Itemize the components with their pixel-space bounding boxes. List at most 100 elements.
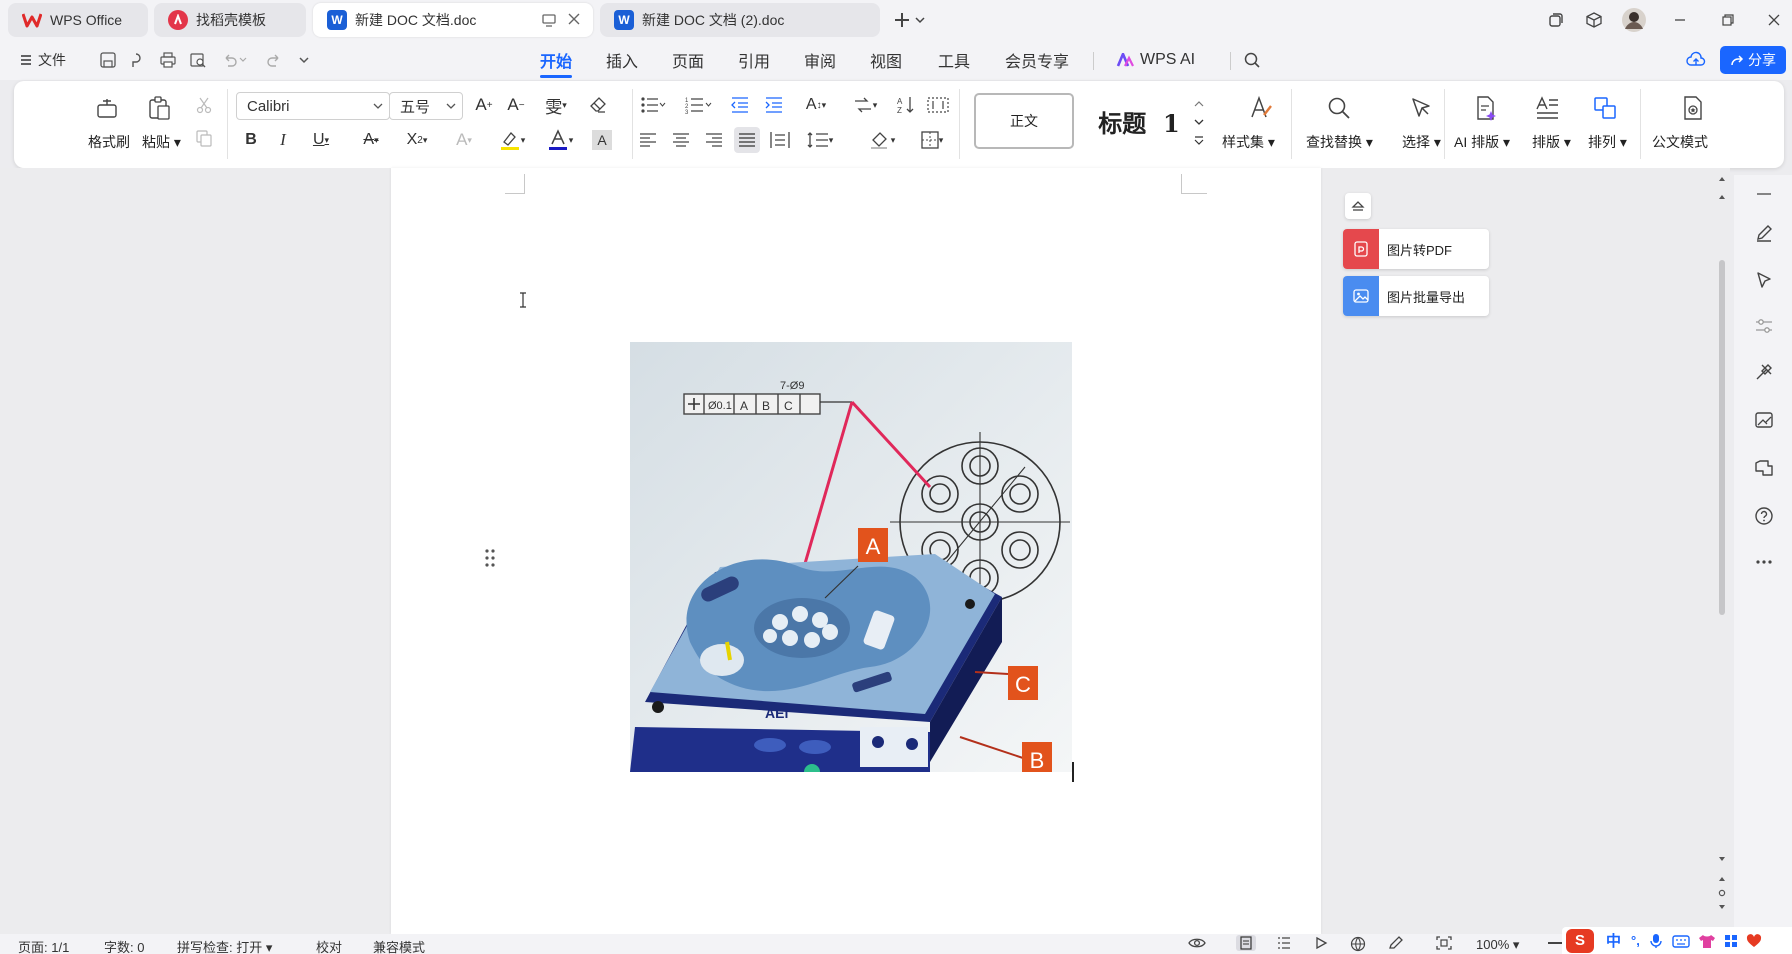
cloud-upload-icon[interactable]: [1684, 48, 1708, 72]
help-icon[interactable]: [1751, 503, 1777, 529]
collapse-sidebar-icon[interactable]: [1751, 181, 1777, 207]
numbered-list-icon[interactable]: 123: [682, 93, 716, 117]
restore-icon[interactable]: [1714, 6, 1742, 34]
embedded-image[interactable]: Ø0.1 A B C 7-Ø9 AEı A C B: [630, 342, 1072, 772]
annotate-pen-icon[interactable]: [1388, 936, 1404, 950]
select-icon[interactable]: [1406, 93, 1436, 123]
tab-references[interactable]: 引用: [732, 48, 776, 72]
image-edit-icon[interactable]: [1751, 407, 1777, 433]
minimize-icon[interactable]: [1666, 6, 1694, 34]
outline-view-icon[interactable]: [1276, 936, 1292, 950]
align-center-icon[interactable]: [669, 128, 693, 152]
eye-protect-icon[interactable]: [1188, 936, 1206, 950]
increase-indent-icon[interactable]: [762, 93, 786, 117]
font-name-select[interactable]: Calibri: [236, 92, 390, 120]
ime-settings-icon[interactable]: [1746, 933, 1762, 948]
tab-page[interactable]: 页面: [666, 48, 710, 72]
cube-icon[interactable]: [1580, 6, 1608, 34]
export-pdf-icon[interactable]: [124, 48, 148, 72]
font-color-icon[interactable]: ▾: [542, 128, 578, 152]
justify-icon[interactable]: [734, 127, 760, 153]
sort-icon[interactable]: ▾: [848, 93, 882, 117]
keyboard-icon[interactable]: [1672, 934, 1690, 948]
text-effect-icon[interactable]: A ▾: [448, 128, 480, 152]
tab-tools[interactable]: 工具: [932, 48, 976, 72]
style-scroll-up-icon[interactable]: [1192, 97, 1206, 111]
redo-icon[interactable]: [262, 48, 286, 72]
sort-az-icon[interactable]: AZ: [894, 93, 918, 117]
tab-docer-templates[interactable]: 找稻壳模板: [154, 3, 306, 37]
tab-doc-2[interactable]: W 新建 DOC 文档 (2).doc: [600, 3, 880, 37]
bold-icon[interactable]: B: [240, 128, 262, 152]
image-batch-export-button[interactable]: 图片批量导出: [1343, 276, 1489, 316]
print-icon[interactable]: [156, 48, 180, 72]
prev-page-icon[interactable]: [1718, 875, 1726, 885]
tab-review[interactable]: 审阅: [798, 48, 842, 72]
screen-cast-icon[interactable]: [541, 12, 557, 28]
shading-icon[interactable]: ▾: [864, 128, 900, 152]
next-page-icon[interactable]: [1718, 903, 1726, 913]
select-button[interactable]: 选择 ▾: [1402, 132, 1441, 152]
page-view-icon[interactable]: [1236, 935, 1256, 951]
spell-check-toggle[interactable]: 拼写检查: 打开 ▾: [177, 937, 272, 954]
ime-language-toggle[interactable]: 中: [1606, 930, 1621, 951]
play-icon[interactable]: [1314, 936, 1328, 950]
browse-object-icon[interactable]: [1718, 889, 1726, 897]
char-shading-icon[interactable]: A: [590, 128, 614, 152]
ime-punctuation-toggle[interactable]: °,: [1631, 933, 1640, 948]
shape-icon[interactable]: [1751, 455, 1777, 481]
ai-layout-icon[interactable]: [1470, 93, 1500, 123]
tab-wps-office[interactable]: WPS Office: [8, 3, 148, 37]
adjust-sliders-icon[interactable]: [1751, 313, 1777, 339]
print-preview-icon[interactable]: [186, 48, 210, 72]
window-tile-icon[interactable]: [1542, 6, 1570, 34]
tab-insert[interactable]: 插入: [600, 48, 644, 72]
layout-button[interactable]: 排版 ▾: [1532, 132, 1571, 152]
clear-format-icon[interactable]: [586, 93, 610, 117]
skin-shirt-icon[interactable]: [1698, 933, 1716, 949]
official-doc-icon[interactable]: [1678, 93, 1708, 123]
phonetic-guide-icon[interactable]: 雯 ▾: [538, 93, 574, 117]
zoom-level[interactable]: 100% ▾: [1476, 937, 1519, 953]
style-set-button[interactable]: 样式集 ▾: [1222, 132, 1275, 152]
wps-ai-button[interactable]: WPS AI: [1116, 48, 1195, 72]
scroll-up-arrow-icon[interactable]: [1718, 175, 1726, 185]
toolbox-grid-icon[interactable]: [1724, 934, 1738, 948]
drag-handle-icon[interactable]: [484, 548, 496, 568]
ai-layout-button[interactable]: AI 排版 ▾: [1454, 132, 1510, 152]
tab-list-chevron-icon[interactable]: [910, 6, 930, 34]
cut-icon[interactable]: [194, 95, 214, 115]
style-normal[interactable]: 正文: [974, 93, 1074, 149]
scroll-down-arrow-icon[interactable]: [1718, 855, 1726, 865]
more-quick-access-icon[interactable]: [292, 48, 316, 72]
close-window-icon[interactable]: [1760, 6, 1788, 34]
search-icon[interactable]: [1240, 48, 1264, 72]
style-scroll-down-icon[interactable]: [1192, 115, 1206, 129]
proofread-button[interactable]: 校对: [316, 937, 342, 954]
show-marks-icon[interactable]: [926, 93, 950, 117]
paste-icon[interactable]: [145, 93, 175, 123]
style-heading-1[interactable]: 标题 1: [1084, 93, 1194, 149]
undo-chevron-icon[interactable]: [236, 48, 250, 72]
arrange-button[interactable]: 排列 ▾: [1588, 132, 1627, 152]
file-menu[interactable]: 文件: [20, 48, 66, 72]
style-set-icon[interactable]: [1246, 93, 1276, 123]
distribute-icon[interactable]: [768, 128, 792, 152]
find-replace-icon[interactable]: [1324, 93, 1354, 123]
scroll-up-arrow-icon[interactable]: [1718, 193, 1726, 203]
find-replace-button[interactable]: 查找替换 ▾: [1306, 132, 1373, 152]
layout-icon[interactable]: [1532, 93, 1562, 123]
shrink-font-icon[interactable]: A −: [504, 93, 528, 117]
highlight-icon[interactable]: ▾: [494, 128, 530, 152]
vertical-scrollbar[interactable]: [1714, 175, 1730, 935]
superscript-icon[interactable]: X 2 ▾: [400, 128, 434, 152]
avatar[interactable]: [1620, 6, 1648, 34]
font-size-select[interactable]: 五号: [389, 92, 463, 120]
grow-font-icon[interactable]: A +: [472, 93, 496, 117]
style-more-icon[interactable]: [1192, 133, 1206, 147]
bullet-list-icon[interactable]: [638, 93, 668, 117]
scrollbar-thumb[interactable]: [1719, 260, 1725, 615]
save-icon[interactable]: [96, 48, 120, 72]
arrange-icon[interactable]: [1590, 93, 1620, 123]
more-icon[interactable]: [1751, 549, 1777, 575]
